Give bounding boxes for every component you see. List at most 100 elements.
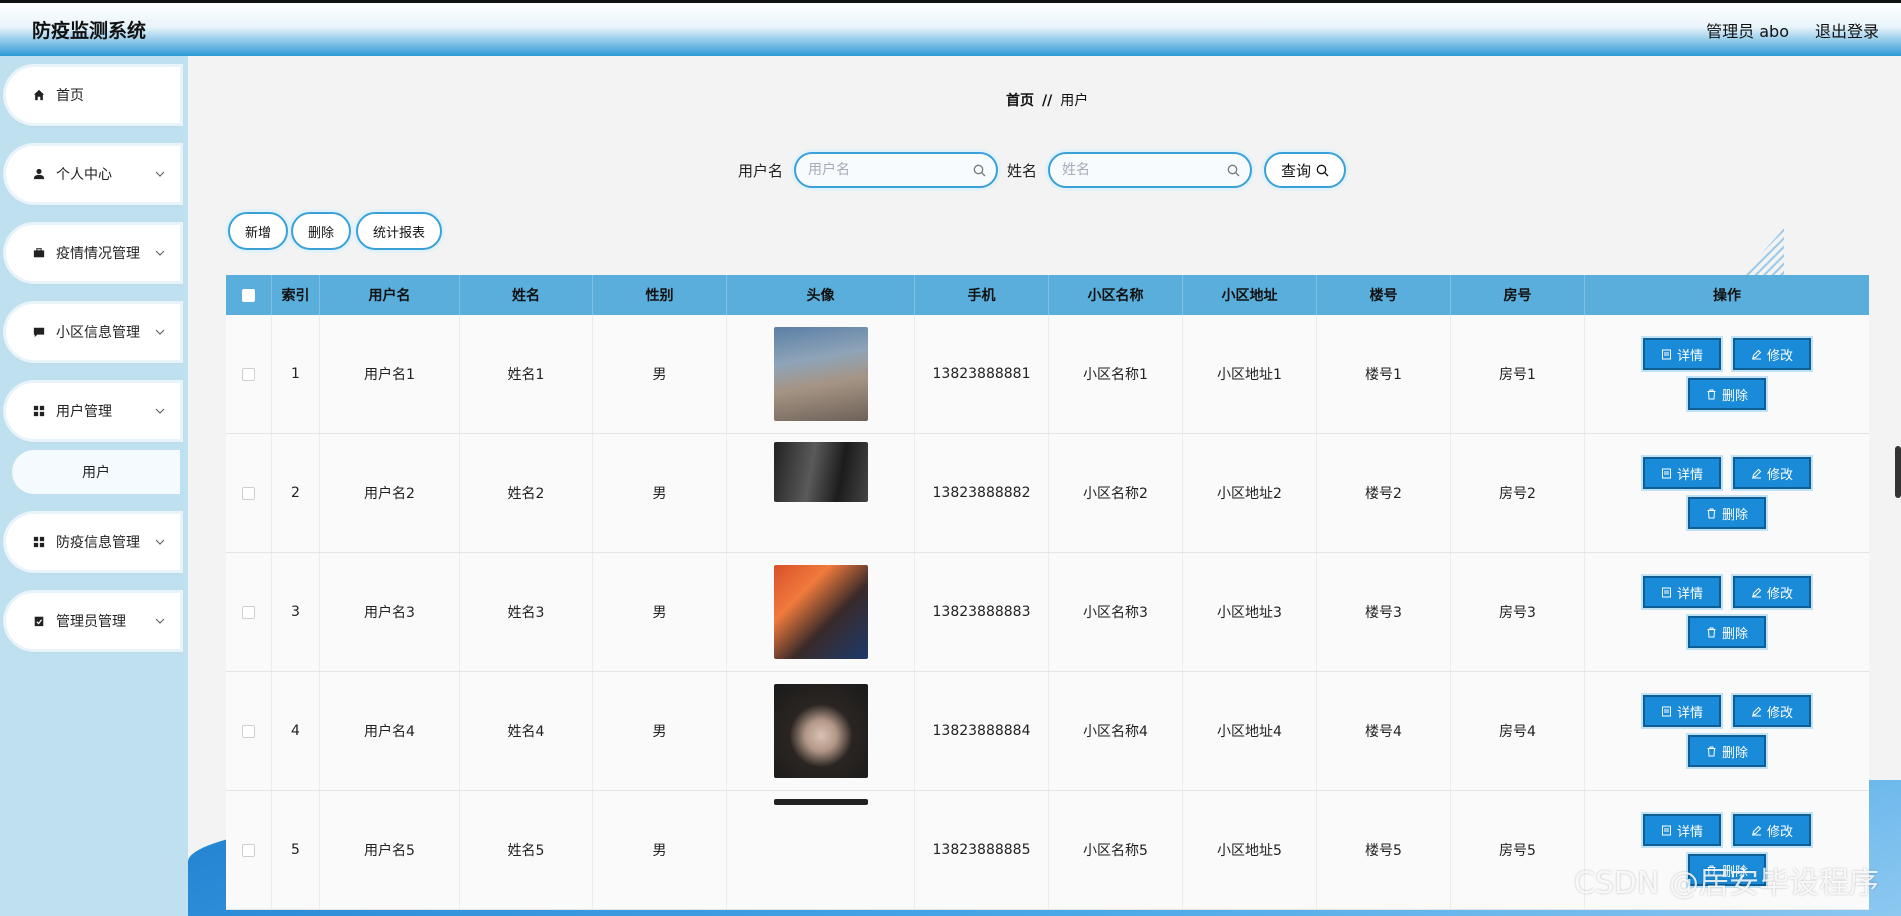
select-all-checkbox[interactable]	[242, 288, 255, 302]
cell-index: 2	[272, 434, 320, 552]
name-search-box	[1048, 152, 1252, 188]
delete-button[interactable]: 删除	[1688, 378, 1766, 410]
name-input[interactable]	[1062, 162, 1222, 178]
cell-phone: 13823888884	[915, 672, 1049, 790]
document-icon	[1661, 468, 1671, 478]
row-checkbox[interactable]	[242, 605, 255, 619]
cell-room: 房号5	[1451, 791, 1585, 909]
cell-name: 姓名4	[460, 672, 593, 790]
delete-label: 删除	[1721, 745, 1748, 761]
cell-name: 姓名3	[460, 553, 593, 671]
delete-button[interactable]: 删除	[1688, 497, 1766, 529]
sidebar-item-admin-management[interactable]: 管理员管理	[6, 593, 180, 649]
briefcase-icon	[32, 246, 46, 260]
username-label: 用户名	[738, 162, 784, 180]
delete-button[interactable]: 删除	[1688, 735, 1766, 767]
header-community-address: 小区地址	[1183, 275, 1317, 315]
cell-community-name: 小区名称1	[1049, 315, 1183, 433]
cell-operations: 详情 修改 删除	[1585, 553, 1869, 671]
sidebar: 首页 个人中心 疫情情况管理 小区信息管理 用户管理 用户 防疫信息管理 管理员…	[0, 56, 188, 916]
sidebar-item-home[interactable]: 首页	[6, 67, 180, 123]
row-checkbox[interactable]	[242, 486, 255, 500]
logout-link[interactable]: 退出登录	[1815, 18, 1879, 42]
query-button-label: 查询	[1280, 161, 1311, 180]
top-header: 防疫监测系统 管理员 abo 退出登录	[0, 0, 1901, 56]
csdn-watermark: CSDN @居安毕设程序	[1573, 866, 1879, 901]
cell-community-address: 小区地址3	[1183, 553, 1317, 671]
sidebar-item-user-management[interactable]: 用户管理	[6, 383, 180, 439]
delete-button[interactable]: 删除	[1688, 616, 1766, 648]
avatar	[773, 442, 868, 502]
add-button[interactable]: 新增	[228, 212, 288, 250]
table-header: 索引 用户名 姓名 性别 头像 手机 小区名称 小区地址 楼号 房号 操作	[226, 275, 1869, 315]
cell-building: 楼号5	[1317, 791, 1451, 909]
statistics-report-button[interactable]: 统计报表	[356, 212, 442, 250]
breadcrumb-current: 用户	[1060, 93, 1089, 109]
query-button[interactable]: 查询	[1264, 152, 1346, 188]
breadcrumb: 首页 // 用户	[1006, 90, 1088, 110]
detail-label: 详情	[1676, 348, 1703, 364]
document-icon	[1661, 349, 1671, 359]
sidebar-item-label: 防疫信息管理	[56, 535, 140, 551]
header-username: 用户名	[320, 275, 460, 315]
cell-phone: 13823888882	[915, 434, 1049, 552]
cell-building: 楼号4	[1317, 672, 1451, 790]
cell-username: 用户名2	[320, 434, 460, 552]
search-icon	[1316, 164, 1329, 176]
detail-button[interactable]: 详情	[1643, 814, 1721, 846]
header-avatar: 头像	[727, 275, 915, 315]
breadcrumb-home[interactable]: 首页	[1006, 93, 1034, 109]
cell-building: 楼号3	[1317, 553, 1451, 671]
sidebar-item-community[interactable]: 小区信息管理	[6, 304, 180, 360]
edit-label: 修改	[1766, 824, 1793, 840]
sidebar-item-label: 疫情情况管理	[56, 246, 140, 262]
edit-button[interactable]: 修改	[1733, 457, 1811, 489]
batch-delete-button[interactable]: 删除	[291, 212, 351, 250]
header-room: 房号	[1451, 275, 1585, 315]
username-input[interactable]	[808, 162, 968, 178]
cell-operations: 详情 修改 删除	[1585, 672, 1869, 790]
admin-name: 管理员 abo	[1706, 22, 1789, 41]
cell-sex: 男	[593, 672, 727, 790]
sidebar-subitem-user[interactable]: 用户	[12, 450, 180, 494]
detail-button[interactable]: 详情	[1643, 457, 1721, 489]
cell-username: 用户名1	[320, 315, 460, 433]
document-icon	[1661, 706, 1671, 716]
header-operations: 操作	[1713, 288, 1741, 304]
sidebar-item-personal-center[interactable]: 个人中心	[6, 146, 180, 202]
row-checkbox[interactable]	[242, 724, 255, 738]
user-icon	[32, 167, 46, 181]
edit-icon	[1751, 706, 1762, 716]
row-checkbox[interactable]	[242, 367, 255, 381]
user-table: 索引 用户名 姓名 性别 头像 手机 小区名称 小区地址 楼号 房号 操作 1 …	[226, 275, 1869, 910]
edit-button[interactable]: 修改	[1733, 814, 1811, 846]
edit-label: 修改	[1766, 586, 1793, 602]
cell-phone: 13823888881	[915, 315, 1049, 433]
detail-button[interactable]: 详情	[1643, 338, 1721, 370]
document-icon	[1661, 587, 1671, 597]
row-checkbox[interactable]	[242, 843, 255, 857]
trash-icon	[1707, 746, 1716, 756]
sidebar-item-label: 首页	[56, 88, 84, 104]
avatar	[773, 799, 868, 805]
edit-button[interactable]: 修改	[1733, 695, 1811, 727]
detail-button[interactable]: 详情	[1643, 695, 1721, 727]
scrollbar-thumb[interactable]	[1895, 446, 1901, 498]
edit-button[interactable]: 修改	[1733, 338, 1811, 370]
decorative-stripes	[1742, 228, 1784, 276]
table-row: 4 用户名4 姓名4 男 13823888884 小区名称4 小区地址4 楼号4…	[226, 672, 1869, 791]
cell-operations: 详情 修改 删除	[1585, 315, 1869, 433]
chevron-down-icon	[155, 171, 165, 177]
edit-button[interactable]: 修改	[1733, 576, 1811, 608]
avatar	[773, 327, 868, 421]
sidebar-item-epidemic[interactable]: 疫情情况管理	[6, 225, 180, 281]
cell-username: 用户名5	[320, 791, 460, 909]
detail-button[interactable]: 详情	[1643, 576, 1721, 608]
chevron-down-icon	[155, 618, 165, 624]
cell-sex: 男	[593, 791, 727, 909]
sidebar-item-prevention[interactable]: 防疫信息管理	[6, 514, 180, 570]
home-icon	[32, 88, 46, 102]
cell-community-name: 小区名称5	[1049, 791, 1183, 909]
cell-index: 3	[272, 553, 320, 671]
detail-label: 详情	[1676, 705, 1703, 721]
